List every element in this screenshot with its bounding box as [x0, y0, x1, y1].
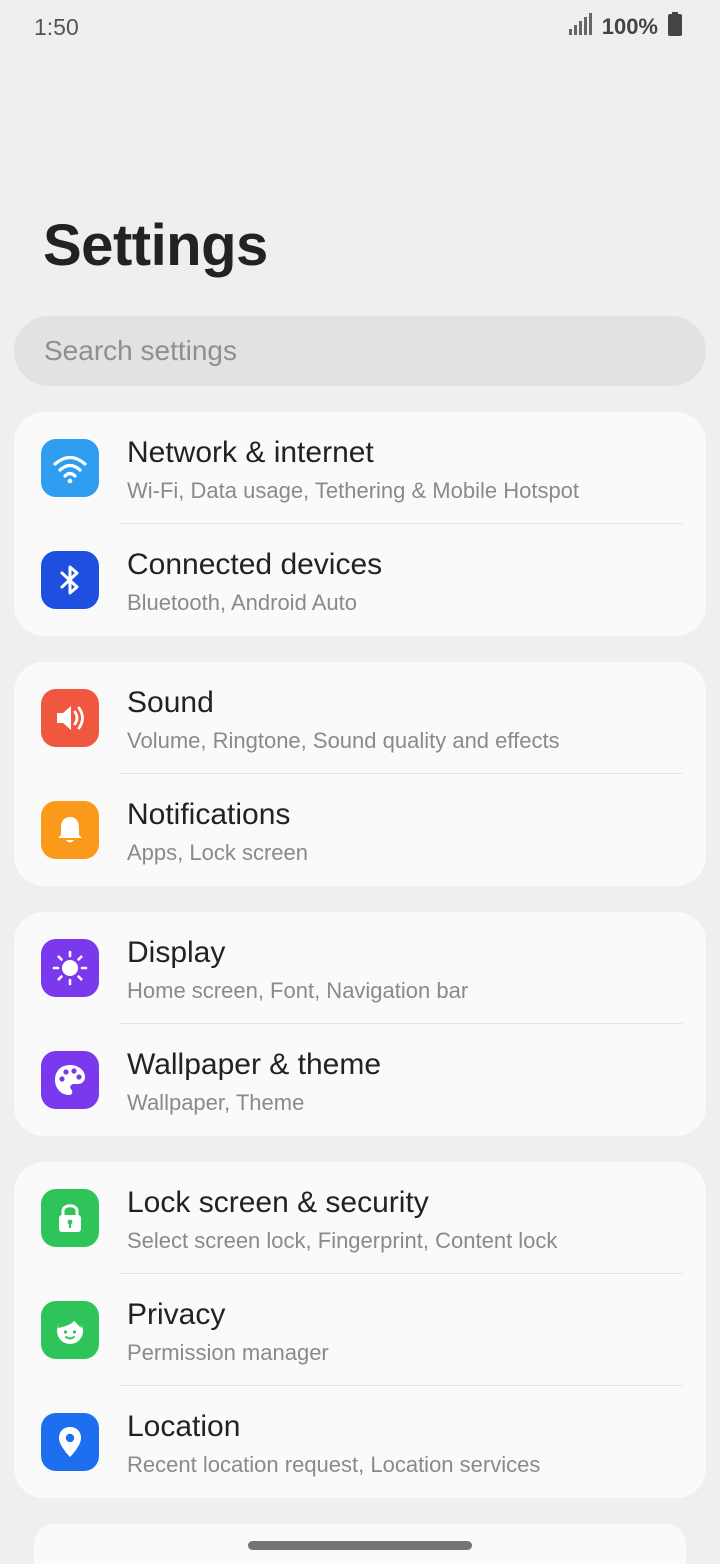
bell-icon [41, 801, 99, 859]
settings-item-notifications[interactable]: Notifications Apps, Lock screen [14, 774, 706, 886]
item-title: Wallpaper & theme [127, 1048, 382, 1081]
item-subtitle: Select screen lock, Fingerprint, Content… [127, 1228, 558, 1253]
item-subtitle: Home screen, Font, Navigation bar [127, 978, 469, 1003]
status-bar: 1:50 100% [0, 0, 720, 56]
item-subtitle: Recent location request, Location servic… [127, 1452, 541, 1477]
item-subtitle: Apps, Lock screen [127, 840, 308, 865]
settings-item-network-internet[interactable]: Network & internet Wi-Fi, Data usage, Te… [14, 412, 706, 524]
battery-icon [668, 12, 682, 41]
item-title: Location [127, 1410, 241, 1443]
search-placeholder: Search settings [44, 335, 237, 366]
item-title: Connected devices [127, 548, 383, 581]
settings-item-connected-devices[interactable]: Connected devices Bluetooth, Android Aut… [14, 524, 706, 636]
bluetooth-icon [41, 551, 99, 609]
lock-icon [41, 1189, 99, 1247]
search-settings-input[interactable]: Search settings [14, 316, 706, 386]
palette-icon [41, 1051, 99, 1109]
battery-percent: 100% [601, 13, 658, 39]
settings-group-connectivity: Network & internet Wi-Fi, Data usage, Te… [14, 412, 706, 636]
location-pin-icon [41, 1413, 99, 1471]
item-subtitle: Wallpaper, Theme [127, 1090, 305, 1115]
home-indicator[interactable] [248, 1541, 472, 1550]
item-title: Display [127, 936, 226, 969]
item-title: Notifications [127, 798, 291, 831]
item-subtitle: Volume, Ringtone, Sound quality and effe… [127, 728, 560, 753]
wifi-icon [41, 439, 99, 497]
settings-item-location[interactable]: Location Recent location request, Locati… [14, 1386, 706, 1498]
speaker-icon [41, 689, 99, 747]
settings-item-wallpaper-theme[interactable]: Wallpaper & theme Wallpaper, Theme [14, 1024, 706, 1136]
item-title: Lock screen & security [127, 1186, 429, 1219]
settings-group-display: Display Home screen, Font, Navigation ba… [14, 912, 706, 1136]
signal-icon [568, 13, 592, 40]
sun-icon [41, 939, 99, 997]
settings-item-display[interactable]: Display Home screen, Font, Navigation ba… [14, 912, 706, 1024]
page-title: Settings [43, 213, 268, 278]
item-title: Network & internet [127, 436, 374, 469]
status-icons: 100% [568, 12, 682, 41]
privacy-face-icon [41, 1301, 99, 1359]
settings-item-sound[interactable]: Sound Volume, Ringtone, Sound quality an… [14, 662, 706, 774]
settings-item-lock-screen-security[interactable]: Lock screen & security Select screen loc… [14, 1162, 706, 1274]
item-subtitle: Wi-Fi, Data usage, Tethering & Mobile Ho… [127, 478, 580, 503]
status-time: 1:50 [34, 14, 79, 40]
item-subtitle: Permission manager [127, 1340, 329, 1365]
item-title: Sound [127, 686, 214, 719]
item-title: Privacy [127, 1298, 226, 1331]
item-subtitle: Bluetooth, Android Auto [127, 590, 357, 615]
settings-item-privacy[interactable]: Privacy Permission manager [14, 1274, 706, 1386]
settings-group-sound: Sound Volume, Ringtone, Sound quality an… [14, 662, 706, 886]
settings-group-security: Lock screen & security Select screen loc… [14, 1162, 706, 1498]
